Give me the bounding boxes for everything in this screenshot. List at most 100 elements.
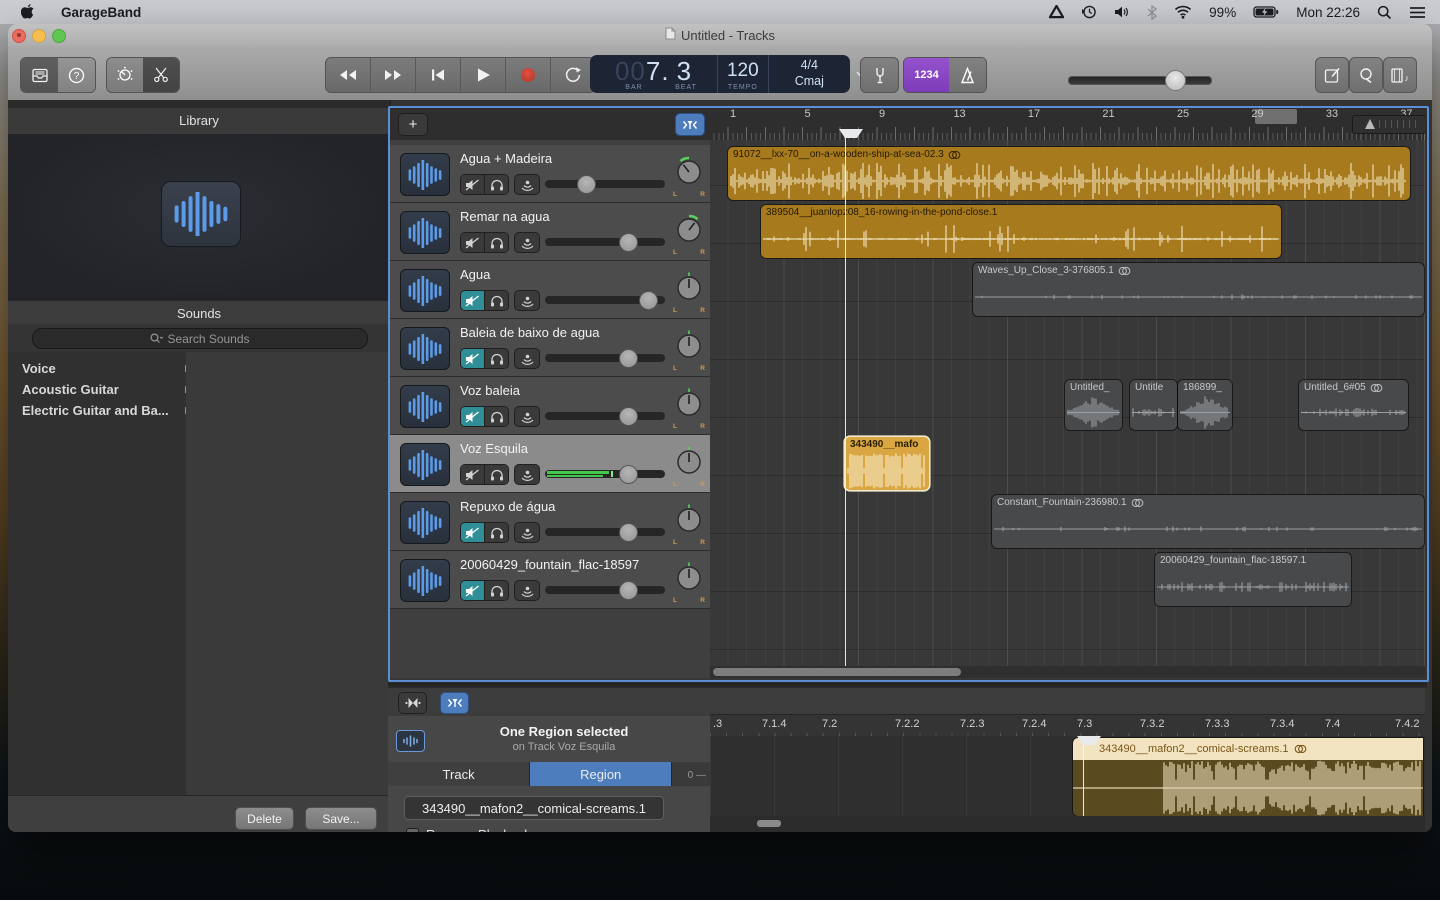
- region-389504-juanlopz08-16-rowing-in[interactable]: 389504__juanlopz08_16-rowing-in-the-pond…: [761, 205, 1281, 258]
- quick-help-button[interactable]: ?: [58, 58, 95, 92]
- region-91072-lxx-70-on-a-wooden-ship-[interactable]: 91072__lxx-70__on-a-wooden-ship-at-sea-0…: [728, 147, 1410, 200]
- volume-thumb[interactable]: [577, 175, 596, 194]
- solo-button[interactable]: [484, 233, 508, 252]
- flex-button[interactable]: [398, 692, 427, 714]
- region-343490-mafo[interactable]: 343490__mafo: [845, 437, 929, 490]
- volume-thumb[interactable]: [619, 523, 638, 542]
- solo-button[interactable]: [484, 407, 508, 426]
- pan-knob[interactable]: [672, 271, 706, 305]
- cycle-button[interactable]: [551, 58, 595, 92]
- add-track-button[interactable]: +: [398, 113, 428, 136]
- tab-region[interactable]: Region: [530, 762, 672, 786]
- media-browser-button[interactable]: ♪: [1383, 57, 1417, 93]
- pan-knob[interactable]: [672, 387, 706, 421]
- menu-app-name[interactable]: GarageBand: [61, 5, 141, 20]
- lcd-key[interactable]: 4/4 Cmaj: [769, 55, 850, 93]
- track-lanes[interactable]: 91072__lxx-70__on-a-wooden-ship-at-sea-0…: [710, 140, 1425, 666]
- track-volume-slider[interactable]: [545, 470, 665, 478]
- track-header-3[interactable]: AguaLR: [390, 261, 710, 319]
- region-Waves-Up-Close-3-376805-1[interactable]: Waves_Up_Close_3-376805.1: [973, 263, 1424, 316]
- pan-knob[interactable]: [672, 329, 706, 363]
- region-Untitle[interactable]: Untitle: [1130, 380, 1177, 430]
- volume-thumb[interactable]: [619, 233, 638, 252]
- search-sounds-input[interactable]: Search Sounds: [32, 328, 368, 349]
- notification-center-icon[interactable]: [1409, 6, 1426, 19]
- region-186899-[interactable]: 186899_: [1178, 380, 1232, 430]
- title-bar[interactable]: Untitled - Tracks: [8, 24, 1432, 46]
- metronome-button[interactable]: [949, 58, 986, 92]
- go-to-beginning-button[interactable]: [416, 58, 461, 92]
- region-Untitled-6-05[interactable]: Untitled_6#05: [1299, 380, 1408, 430]
- loop-browser-button[interactable]: [1349, 57, 1383, 93]
- volume-icon[interactable]: [1114, 5, 1130, 19]
- solo-button[interactable]: [484, 523, 508, 542]
- track-header-2[interactable]: Remar na aguaLR: [390, 203, 710, 261]
- volume-thumb[interactable]: [619, 465, 638, 484]
- track-volume-slider[interactable]: [545, 354, 665, 362]
- menu-clock[interactable]: Mon 22:26: [1296, 5, 1360, 20]
- track-volume-slider[interactable]: [545, 412, 665, 420]
- volume-thumb[interactable]: [619, 407, 638, 426]
- pan-knob-wrap[interactable]: LR: [672, 503, 706, 547]
- pan-knob-wrap[interactable]: LR: [672, 213, 706, 257]
- pan-knob-wrap[interactable]: LR: [672, 445, 706, 489]
- time-machine-icon[interactable]: [1081, 4, 1097, 20]
- pan-knob-wrap[interactable]: LR: [672, 561, 706, 605]
- forward-button[interactable]: [371, 58, 416, 92]
- input-monitor-button[interactable]: [514, 232, 540, 253]
- sidebar-item-electric-guitar-and-ba-[interactable]: Electric Guitar and Ba...▶: [8, 400, 200, 421]
- apple-menu-icon[interactable]: [21, 3, 35, 22]
- pan-knob-wrap[interactable]: LR: [672, 387, 706, 431]
- library-toggle-button[interactable]: [21, 58, 58, 92]
- pan-knob[interactable]: [672, 503, 706, 537]
- track-volume-slider[interactable]: [545, 528, 665, 536]
- spotlight-icon[interactable]: [1377, 5, 1392, 20]
- region-Untitled-[interactable]: Untitled_: [1065, 380, 1122, 430]
- input-monitor-button[interactable]: [514, 464, 540, 485]
- mute-button[interactable]: [461, 407, 484, 426]
- solo-button[interactable]: [484, 581, 508, 600]
- pan-knob[interactable]: [672, 213, 706, 247]
- input-monitor-button[interactable]: [514, 406, 540, 427]
- track-volume-slider[interactable]: [545, 180, 665, 188]
- region-name-field[interactable]: 343490__mafon2__comical-screams.1: [404, 796, 664, 820]
- playhead-marker[interactable]: [839, 129, 863, 147]
- count-in-button[interactable]: 1234: [904, 58, 949, 92]
- pan-knob[interactable]: [672, 155, 706, 189]
- reverse-playback-checkbox[interactable]: [406, 828, 419, 832]
- region-Constant-Fountain-236980-1[interactable]: Constant_Fountain-236980.1: [992, 495, 1424, 548]
- pan-knob-wrap[interactable]: LR: [672, 271, 706, 315]
- sidebar-item-acoustic-guitar[interactable]: Acoustic Guitar▶: [8, 379, 200, 400]
- lcd-tempo[interactable]: 120 TEMPO: [718, 55, 769, 93]
- track-volume-slider[interactable]: [545, 238, 665, 246]
- bluetooth-icon[interactable]: [1147, 5, 1157, 20]
- editor-catch-button[interactable]: [440, 692, 469, 714]
- input-monitor-button[interactable]: [514, 348, 540, 369]
- record-button[interactable]: [506, 58, 551, 92]
- input-monitor-button[interactable]: [514, 580, 540, 601]
- mute-button[interactable]: [461, 523, 484, 542]
- track-volume-slider[interactable]: [545, 296, 665, 304]
- drive-icon[interactable]: [1049, 5, 1064, 19]
- timeline-ruler[interactable]: 15913172125293337: [710, 106, 1425, 140]
- region-20060429-fountain-flac-18597-1[interactable]: 20060429_fountain_flac-18597.1: [1155, 553, 1351, 606]
- volume-thumb[interactable]: [639, 291, 658, 310]
- pan-knob[interactable]: [672, 445, 706, 479]
- track-header-6[interactable]: Voz EsquilaLR: [390, 435, 710, 493]
- delete-button[interactable]: Delete: [235, 807, 294, 830]
- mute-button[interactable]: [461, 581, 484, 600]
- input-monitor-button[interactable]: [514, 174, 540, 195]
- lcd-display[interactable]: 007.3 BAR BEAT 120 TEMPO 4/4 Cmaj: [590, 55, 850, 93]
- editor-divider[interactable]: [388, 678, 1427, 688]
- catch-playhead-button[interactable]: [675, 113, 705, 136]
- sidebar-item-voice[interactable]: Voice▶: [8, 358, 200, 379]
- track-volume-slider[interactable]: [545, 586, 665, 594]
- solo-button[interactable]: [484, 465, 508, 484]
- volume-thumb[interactable]: [619, 349, 638, 368]
- track-header-5[interactable]: Voz baleiaLR: [390, 377, 710, 435]
- tuner-button[interactable]: [860, 57, 899, 93]
- wifi-icon[interactable]: [1174, 5, 1192, 19]
- mute-button[interactable]: [461, 291, 484, 310]
- track-header-4[interactable]: Baleia de baixo de aguaLR: [390, 319, 710, 377]
- editors-button[interactable]: [143, 58, 179, 92]
